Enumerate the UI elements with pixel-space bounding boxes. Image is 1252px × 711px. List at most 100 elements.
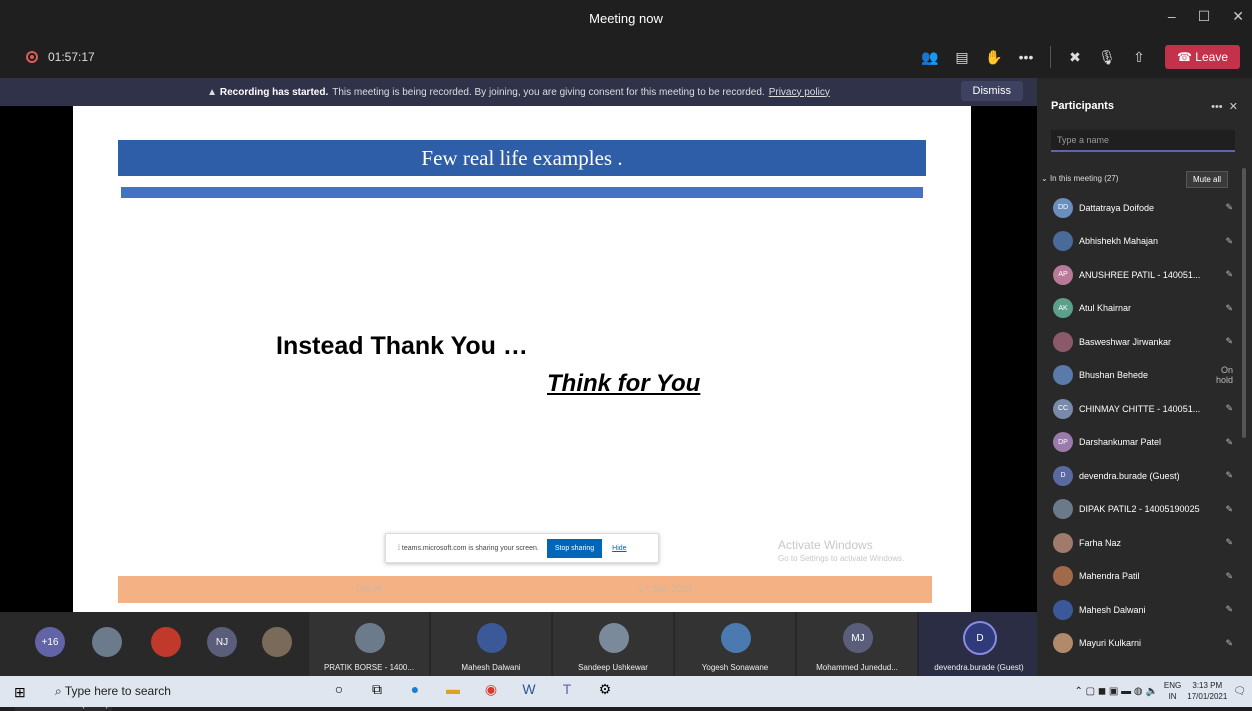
participant-row[interactable]: DIPAK PATIL2 - 14005190025 ✎ [1053,493,1233,527]
section-header[interactable]: ⌄ In this meeting (27) [1041,174,1118,183]
participant-name: Bhushan Behede [1079,370,1149,381]
hide-link[interactable]: Hide [612,545,626,552]
participant-name: Dattatraya Doifode [1079,202,1155,213]
panel-more-close[interactable]: ••• ✕ [1211,100,1238,113]
tile-avatar: D [965,623,995,653]
maximize-button[interactable]: ☐ [1198,8,1211,25]
language-indicator[interactable]: ENG IN [1164,680,1181,702]
clock[interactable]: 3:13 PM 17/01/2021 [1187,680,1227,702]
participant-avatar: D [1053,465,1073,486]
participant-avatar[interactable]: NJ [207,627,237,657]
participant-row[interactable]: Mahendra Patil ✎ [1053,560,1233,594]
footer-left: DIKW [356,584,383,595]
mic-off-icon: ✎ [1225,235,1233,246]
slide-footer: DIKW 17 Jan 2021 [118,576,932,603]
recording-icon [26,51,38,63]
stop-sharing-button[interactable]: Stop sharing [546,538,603,558]
participant-row[interactable]: Abhishekh Mahajan ✎ [1053,225,1233,259]
tray-icons[interactable]: ⌃ ▢ ◼ ▣ ▬ ◍ 🔈 [1074,686,1157,697]
file-explorer-icon[interactable]: ▬ [444,681,462,698]
video-tile[interactable]: Mahesh Dalwani [430,612,551,676]
activate-subtitle: Go to Settings to activate Windows. [778,554,905,563]
settings-icon[interactable]: ⚙ [596,681,614,698]
participant-avatar[interactable] [92,627,122,657]
taskbar-search[interactable]: ⌕ Type here to search [55,684,171,699]
mic-off-icon: ✎ [1225,570,1233,581]
participant-name: ANUSHREE PATIL - 140051... [1079,269,1201,280]
banner-text: This meeting is being recorded. By joini… [332,86,765,98]
section-label: In this meeting (27) [1049,174,1119,183]
cortana-icon[interactable]: ○ [330,681,348,698]
mic-off-icon[interactable]: 🎙 [1091,49,1123,66]
mic-off-icon: ✎ [1225,269,1233,280]
mute-all-button[interactable]: Mute all [1185,171,1228,188]
video-tile[interactable]: PRATIK BORSE - 1400... [308,612,429,676]
activate-windows-watermark: Activate Windows Go to Settings to activ… [778,538,904,563]
camera-off-icon[interactable]: ✖ [1059,49,1091,66]
video-tile[interactable]: Ddevendra.burade (Guest) [918,612,1039,676]
participant-row[interactable]: AP ANUSHREE PATIL - 140051... ✎ [1053,258,1233,292]
participant-row[interactable]: Bhushan Behede On hold [1053,359,1233,393]
privacy-policy-link[interactable]: Privacy policy [769,87,830,98]
tile-avatar [355,623,385,653]
activate-title: Activate Windows [778,538,873,552]
windows-start-icon[interactable]: ⊞ [14,684,26,701]
participant-row[interactable]: Mahesh Dalwani ✎ [1053,593,1233,627]
participants-icon[interactable]: 👥 [914,49,946,66]
scrollbar[interactable] [1242,168,1246,438]
participant-row[interactable]: Ddevendra.burade (Guest) ✎ [1053,459,1233,493]
banner-bold: Recording has started. [219,86,329,98]
leave-button[interactable]: ☎ Leave [1165,45,1240,69]
participant-avatar: DD [1053,197,1073,218]
video-tile[interactable]: Sandeep Ushkewar [552,612,673,676]
teams-icon[interactable]: T [558,681,576,698]
participant-row[interactable]: DD Dattatraya Doifode ✎ [1053,191,1233,225]
word-icon[interactable]: W [520,681,538,698]
panel-title: Participants [1051,100,1114,112]
tile-avatar [477,623,507,653]
participant-avatar [1053,499,1073,520]
tile-avatar [599,623,629,653]
raise-hand-icon[interactable]: ✋ [978,49,1010,66]
chat-icon[interactable]: ▤ [946,49,978,66]
participant-avatar [1053,365,1073,386]
participant-row[interactable]: CC CHINMAY CHITTE - 140051... ✎ [1053,392,1233,426]
close-window-button[interactable]: ✕ [1232,8,1244,25]
share-icon[interactable]: ⇧ [1123,49,1155,66]
edge-icon[interactable]: ● [406,681,424,698]
more-icon[interactable]: ••• [1010,49,1042,65]
leave-label: Leave [1195,50,1228,64]
participant-avatar [1053,532,1073,553]
participant-avatar [1053,331,1073,352]
participant-row[interactable]: AK Atul Khairnar ✎ [1053,292,1233,326]
participant-name: Mahesh Dalwani [1079,604,1146,615]
slide-line-1: Instead Thank You … [276,332,528,360]
tile-name: devendra.burade (Guest) [934,663,1024,672]
participant-row[interactable]: Basweshwar Jirwankar ✎ [1053,325,1233,359]
participant-name: devendra.burade (Guest) [1079,470,1180,481]
participant-name: Darshankumar Patel [1079,437,1162,448]
chrome-icon[interactable]: ◉ [482,681,500,698]
video-tile[interactable]: MJ Mohammed Junedud... [796,612,917,676]
recording-banner: ▲ Recording has started. This meeting is… [0,78,1037,106]
slide-title: Few real life examples . [118,140,926,176]
participant-row[interactable]: Farha Naz ✎ [1053,526,1233,560]
mic-off-icon: ✎ [1225,403,1233,414]
minimize-button[interactable]: – [1168,8,1176,25]
notification-icon[interactable]: 🗨 [1233,686,1246,697]
participant-name: CHINMAY CHITTE - 140051... [1079,403,1201,414]
participant-row[interactable]: Mayuri Kulkarni ✎ [1053,627,1233,661]
more-participants-chip[interactable]: +16 [35,627,65,657]
participant-avatar[interactable] [262,627,292,657]
video-tile[interactable]: Yogesh Sonawane [674,612,795,676]
screen-share-bar: ⁞ teams.microsoft.com is sharing your sc… [385,533,659,563]
participant-row[interactable]: DP Darshankumar Patel ✎ [1053,426,1233,460]
tile-avatar [721,623,751,653]
call-duration: 01:57:17 [48,50,95,64]
participant-avatar[interactable] [151,627,181,657]
dismiss-button[interactable]: Dismiss [960,81,1023,101]
participant-search-input[interactable]: Type a name [1051,130,1235,152]
participant-avatar [1053,599,1073,620]
task-view-icon[interactable]: ⧉ [368,681,386,698]
participant-avatar [1053,633,1073,654]
